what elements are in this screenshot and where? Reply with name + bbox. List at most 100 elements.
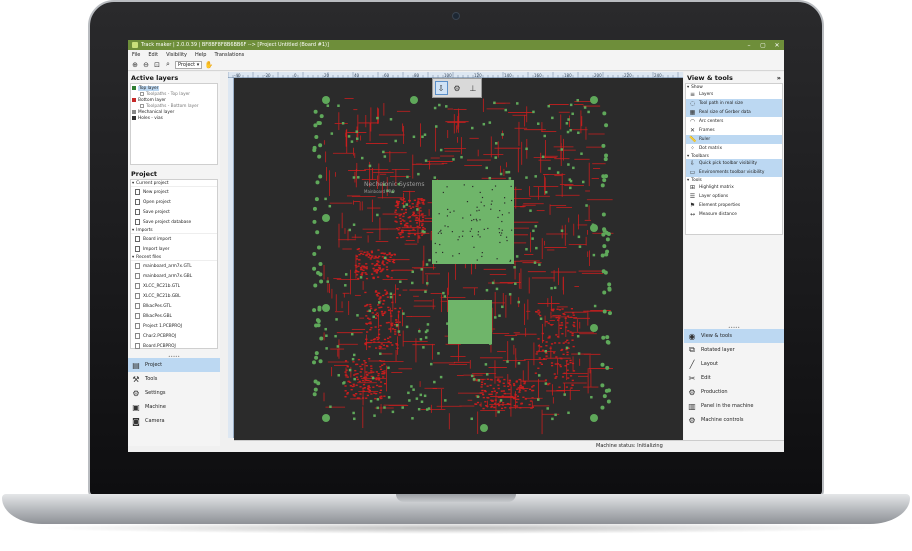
pour-via xyxy=(458,236,460,238)
smd-pad xyxy=(394,307,397,310)
smd-pad xyxy=(558,309,561,311)
pcb-board[interactable]: Nechelonic SystemsMainboard PRO xyxy=(234,78,683,440)
pour-via xyxy=(462,230,464,232)
probe-icon[interactable]: ⊥ xyxy=(467,81,480,95)
smd-pad xyxy=(392,261,396,264)
toggle-frames[interactable]: ✕ Frames xyxy=(686,126,782,135)
nav-camera[interactable]: ◙ Camera xyxy=(128,414,220,428)
smd-pad xyxy=(537,338,540,340)
file-icon xyxy=(135,273,140,279)
nav-layout[interactable]: ╱ Layout xyxy=(684,357,784,371)
project-action[interactable]: Save project xyxy=(131,207,217,217)
nav-tools[interactable]: ⚒ Tools xyxy=(128,372,220,386)
via xyxy=(317,154,322,159)
project-select[interactable]: Project ▾ xyxy=(175,60,203,69)
recent-file[interactable]: Board.PCBPROJ xyxy=(131,341,217,351)
zoom-window-icon[interactable]: ⌕ xyxy=(164,60,172,69)
menu-translations[interactable]: Translations xyxy=(214,52,244,58)
maximize-button[interactable]: ▢ xyxy=(756,40,770,50)
nav-production[interactable]: ⚙ Production xyxy=(684,385,784,399)
toggle-dot-matrix[interactable]: ⁘ Dot matrix xyxy=(686,144,782,153)
recent-file[interactable]: mainboard_arm7x.GTL xyxy=(131,261,217,271)
nav-rotated-layer[interactable]: ⧉ Rotated layer xyxy=(684,343,784,357)
smd-pad xyxy=(368,346,371,348)
toolpath-pick-icon[interactable]: ⚙ xyxy=(451,81,464,95)
recent-file[interactable]: XLCC_RC21b.GBL xyxy=(131,291,217,301)
toggle-highlight[interactable]: ⊞ Highlight matrix xyxy=(686,183,782,192)
toggle-gerber[interactable]: ▦ Real size of Gerber data xyxy=(686,108,782,117)
pad xyxy=(408,399,411,402)
minimize-button[interactable]: – xyxy=(742,40,756,50)
recent-files-section[interactable]: ▾ Recent files xyxy=(131,254,217,261)
smd-pad xyxy=(358,253,361,256)
nav-machine[interactable]: ▣ Machine xyxy=(128,400,220,414)
project-action[interactable]: Open project xyxy=(131,197,217,207)
recent-file[interactable]: XLCC_RC21b.GTL xyxy=(131,281,217,291)
recent-file[interactable]: Project 1.PCBPROJ xyxy=(131,321,217,331)
pad xyxy=(341,122,345,125)
toggle-properties[interactable]: ⚑ Element properties xyxy=(686,201,782,210)
toggle-layer-options[interactable]: ☰ Layer options xyxy=(686,192,782,201)
expand-icon[interactable]: » xyxy=(777,74,781,82)
import-action[interactable]: Import layer xyxy=(131,244,217,254)
pad xyxy=(355,130,358,133)
smd-pad xyxy=(562,313,565,315)
pad xyxy=(433,106,437,110)
recent-file[interactable]: BlkacPes.GTL xyxy=(131,301,217,311)
smd-pad xyxy=(537,309,540,312)
recent-file[interactable]: BlkacPes.GBL xyxy=(131,311,217,321)
project-action[interactable]: New project xyxy=(131,187,217,197)
via xyxy=(601,212,606,217)
recent-file[interactable]: mainboard_arm7x.GBL xyxy=(131,271,217,281)
nav-panel[interactable]: ▥ Panel in the machine xyxy=(684,399,784,413)
pad xyxy=(389,295,393,299)
main-toolbar: ⊕ ⊖ ⊡ ⌕ Project ▾ ✋ xyxy=(128,59,784,71)
layer-row[interactable]: Holes - vias xyxy=(132,115,216,121)
pad xyxy=(477,379,481,382)
nav-settings[interactable]: ⚙ Settings xyxy=(128,386,220,400)
nav-edit[interactable]: ✂ Edit xyxy=(684,371,784,385)
via xyxy=(313,387,318,392)
menu-file[interactable]: File xyxy=(132,52,140,58)
select-icon[interactable]: ⇩ xyxy=(434,81,448,95)
menu-visibility[interactable]: Visibility xyxy=(166,52,187,58)
smd-pad xyxy=(570,308,574,310)
recent-file[interactable]: Char2.PCBPROJ xyxy=(131,331,217,341)
smd-pad xyxy=(344,374,347,376)
pad xyxy=(389,292,393,296)
toggle-measure[interactable]: ↔ Measure distance xyxy=(686,210,782,219)
zoom-in-icon[interactable]: ⊕ xyxy=(131,61,139,69)
pcb-canvas[interactable]: Nechelonic Systems Mainboard PRO ⇩ ⚙ ⊥ xyxy=(234,78,683,440)
smd-pad xyxy=(368,358,371,360)
smd-pad xyxy=(378,264,381,267)
toggle-toolpath[interactable]: ◌ Tool path in real size xyxy=(686,99,782,108)
import-action[interactable]: Board import xyxy=(131,234,217,244)
file-icon xyxy=(135,303,140,309)
toggle-arc[interactable]: ◠ Arc centers xyxy=(686,117,782,126)
webcam xyxy=(452,12,460,20)
close-button[interactable]: ✕ xyxy=(770,40,784,50)
menu-edit[interactable]: Edit xyxy=(148,52,158,58)
nav-machine-controls[interactable]: ⚙ Machine controls xyxy=(684,413,784,427)
toggle-layers[interactable]: ≡ Layers xyxy=(686,90,782,99)
imports-section[interactable]: ▾ Imports xyxy=(131,227,217,234)
nav-project[interactable]: ▤ Project xyxy=(128,358,220,372)
via xyxy=(312,266,317,271)
zoom-fit-icon[interactable]: ⊡ xyxy=(153,61,161,69)
via xyxy=(602,227,607,232)
smd-pad xyxy=(545,345,548,347)
current-project-section[interactable]: ▾ Current project xyxy=(131,180,217,187)
pad xyxy=(325,334,328,338)
ground-pour xyxy=(448,300,492,344)
menu-help[interactable]: Help xyxy=(195,52,206,58)
pad xyxy=(356,314,359,317)
smd-pad xyxy=(532,384,535,387)
hand-icon[interactable]: ✋ xyxy=(205,61,214,69)
project-action[interactable]: Save project database xyxy=(131,217,217,227)
toggle-ruler[interactable]: 📏 Ruler xyxy=(686,135,782,144)
toggle-quickpick[interactable]: ⇩ Quick pick toolbar visibility xyxy=(686,159,782,168)
toggle-environment[interactable]: ▭ Environments toolbar visibility xyxy=(686,168,782,177)
nav-eye[interactable]: ◉ View & tools xyxy=(684,329,784,343)
zoom-out-icon[interactable]: ⊖ xyxy=(142,61,150,69)
smd-pad xyxy=(404,209,408,211)
